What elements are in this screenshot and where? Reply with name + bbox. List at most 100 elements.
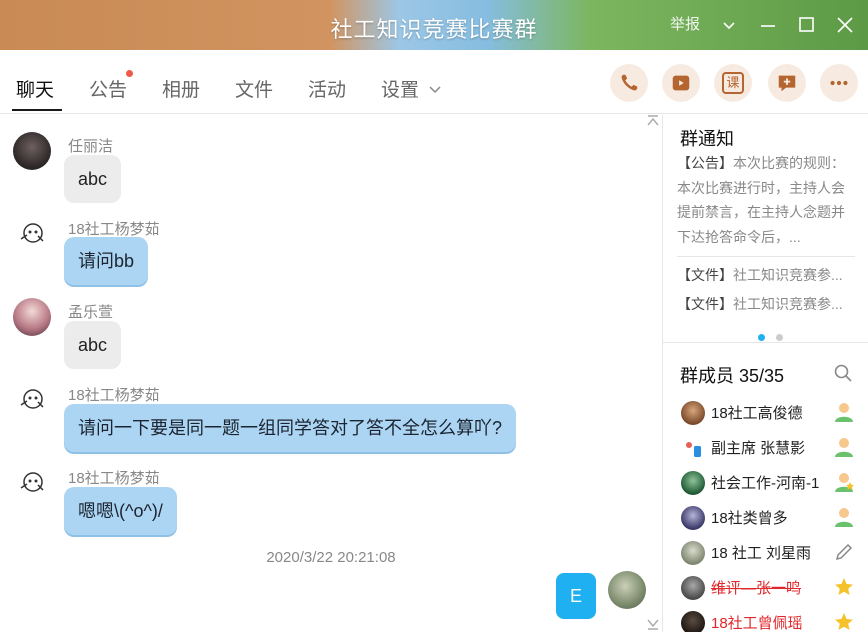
- maximize-icon: [799, 17, 814, 32]
- title-bar: 社工知识竞赛比赛群 举报: [0, 0, 868, 50]
- member-name: 社会工作-河南-1: [711, 475, 820, 492]
- search-icon[interactable]: [833, 363, 853, 383]
- avatar[interactable]: [13, 298, 51, 336]
- active-tab-indicator: [12, 109, 62, 111]
- notice-title: 群通知: [680, 129, 734, 149]
- tab-files[interactable]: 文件: [235, 75, 273, 102]
- unread-dot: [126, 70, 133, 77]
- file-name: 社工知识竞赛参...: [733, 267, 843, 283]
- more-icon: [830, 80, 848, 86]
- chevron-down-icon: [723, 22, 735, 30]
- message-bubble[interactable]: 请问bb: [64, 237, 149, 285]
- sender-name: 18社工杨梦茹: [68, 221, 160, 238]
- tab-bar: 聊天 公告 相册 文件 活动 设置 课: [0, 50, 868, 114]
- video-icon: [672, 75, 690, 91]
- more-button[interactable]: [820, 64, 858, 102]
- member-row[interactable]: 副主席 张慧影: [663, 432, 868, 467]
- announcement-preview[interactable]: 【公告】本次比赛的规则：本次比赛进行时，主持人会提前禁言，在主持人念题并下达抢答…: [677, 151, 853, 249]
- course-icon: 课: [722, 72, 744, 94]
- message-bubble[interactable]: 嗯嗯\(^o^)/: [64, 487, 177, 535]
- member-name: 18社工高俊德: [711, 405, 803, 422]
- member-row[interactable]: 18 社工 刘星雨: [663, 537, 868, 572]
- close-icon: [837, 17, 853, 33]
- minimize-icon: [761, 25, 775, 27]
- edit-icon: [835, 543, 853, 561]
- message-bubble[interactable]: abc: [64, 155, 122, 203]
- tab-settings-label: 设置: [381, 80, 420, 101]
- member-row[interactable]: 社会工作-河南-1: [663, 467, 868, 502]
- member-avatar: [681, 401, 705, 425]
- close-button[interactable]: [836, 14, 854, 36]
- chevron-down-icon: [429, 86, 441, 94]
- members-title: 群成员 35/35: [680, 366, 785, 386]
- add-app-icon: [778, 75, 796, 92]
- admin-star-icon: [835, 578, 853, 595]
- member-avatar: [681, 541, 705, 565]
- member-name: 副主席 张慧影: [711, 440, 806, 457]
- add-app-button[interactable]: [768, 64, 806, 102]
- report-button[interactable]: 举报: [670, 14, 700, 36]
- tab-chat[interactable]: 聊天: [16, 75, 54, 102]
- cartoon-avatar-icon: [20, 223, 44, 243]
- sender-name: 18社工杨梦茹: [68, 470, 160, 487]
- phone-icon: [621, 74, 638, 91]
- collapse-down-icon[interactable]: [646, 618, 660, 630]
- avatar[interactable]: [13, 464, 51, 502]
- window-title: 社工知识竞赛比赛群: [330, 17, 538, 42]
- member-role-icon: [835, 403, 853, 422]
- group-info-panel: 群通知 【公告】本次比赛的规则：本次比赛进行时，主持人会提前禁言，在主持人念题并…: [662, 115, 868, 632]
- member-name: 18社类曾多: [711, 510, 788, 527]
- avatar[interactable]: [13, 132, 51, 170]
- member-avatar: [681, 436, 705, 460]
- avatar[interactable]: [13, 381, 51, 419]
- sender-name: 任丽洁: [68, 138, 114, 155]
- member-row[interactable]: 18社工高俊德: [663, 397, 868, 432]
- cartoon-avatar-icon: [20, 472, 44, 492]
- video-call-button[interactable]: [662, 64, 700, 102]
- member-avatar: [681, 576, 705, 600]
- sender-name: 孟乐萱: [68, 304, 114, 321]
- member-role-icon: [835, 438, 853, 457]
- member-role-icon: [835, 473, 854, 492]
- member-row[interactable]: 18社类曾多: [663, 502, 868, 537]
- page-dot-active[interactable]: [758, 334, 765, 341]
- message-bubble[interactable]: abc: [64, 321, 122, 369]
- cartoon-avatar-icon: [20, 389, 44, 409]
- message-timestamp: 2020/3/22 20:21:08: [266, 549, 396, 566]
- voice-call-button[interactable]: [610, 64, 648, 102]
- member-name: 18 社工 刘星雨: [711, 545, 812, 562]
- tab-activity[interactable]: 活动: [308, 75, 346, 102]
- file-tag: 【文件】: [677, 296, 733, 312]
- self-avatar[interactable]: [608, 571, 646, 609]
- dropdown-button[interactable]: [721, 14, 737, 36]
- chat-panel[interactable]: 任丽洁 abc 18社工杨梦茹 请问bb 孟乐萱 abc 18社工杨梦茹 请问一…: [0, 115, 662, 632]
- collapse-up-icon[interactable]: [646, 115, 660, 127]
- member-avatar: [681, 611, 705, 632]
- admin-star-icon: [835, 613, 853, 630]
- member-name: 18社工曾佩瑶: [711, 615, 803, 632]
- tab-announcement[interactable]: 公告: [89, 75, 127, 102]
- member-name: 维评—张一鸣: [711, 580, 802, 597]
- self-message-bubble[interactable]: E: [556, 573, 596, 619]
- avatar[interactable]: [13, 215, 51, 253]
- sender-name: 18社工杨梦茹: [68, 387, 160, 404]
- message-bubble[interactable]: 请问一下要是同一题一组同学答对了答不全怎么算吖?: [64, 404, 517, 452]
- announcement-tag: 【公告】: [677, 155, 733, 171]
- member-avatar: [681, 471, 705, 495]
- file-item[interactable]: 【文件】社工知识竞赛参...: [677, 294, 863, 314]
- maximize-button[interactable]: [798, 14, 816, 36]
- section-divider: [663, 342, 868, 343]
- member-row[interactable]: 18社工曾佩瑶: [663, 607, 868, 632]
- member-row[interactable]: 维评—张一鸣: [663, 572, 868, 607]
- file-name: 社工知识竞赛参...: [733, 296, 843, 312]
- file-item[interactable]: 【文件】社工知识竞赛参...: [677, 265, 863, 285]
- file-tag: 【文件】: [677, 267, 733, 283]
- tab-settings[interactable]: 设置: [381, 75, 442, 102]
- course-button[interactable]: 课: [714, 64, 752, 102]
- minimize-button[interactable]: [759, 14, 777, 36]
- tab-album[interactable]: 相册: [162, 75, 200, 102]
- member-avatar: [681, 506, 705, 530]
- member-role-icon: [835, 508, 853, 527]
- phone-online-icon: [686, 442, 701, 457]
- page-dot[interactable]: [776, 334, 783, 341]
